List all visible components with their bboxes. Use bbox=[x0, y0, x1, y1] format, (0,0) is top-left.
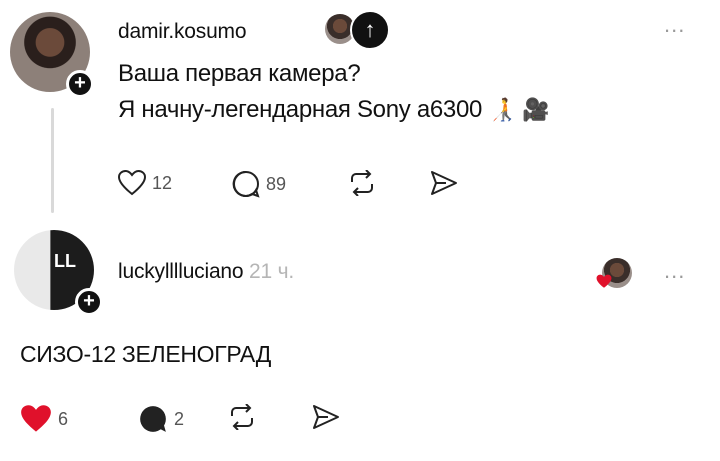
reply-time: 21 ч. bbox=[249, 260, 294, 283]
post-text-line2-text: Я начну-легендарная Sony a6300 bbox=[118, 96, 483, 123]
follow-plus-icon[interactable]: + bbox=[66, 70, 94, 98]
like-count: 12 bbox=[152, 172, 173, 193]
arrow-up-icon[interactable]: ↑ bbox=[350, 10, 390, 50]
like-count: 6 bbox=[58, 408, 69, 429]
mini-heart-icon bbox=[596, 274, 612, 288]
comment-action[interactable]: 89 bbox=[232, 170, 286, 198]
repost-action[interactable] bbox=[348, 170, 376, 196]
reply-text: СИЗО-12 ЗЕЛЕНОГРАД bbox=[20, 341, 272, 367]
share-action[interactable] bbox=[430, 170, 458, 196]
comment-filled-icon[interactable] bbox=[138, 404, 168, 434]
comment-action[interactable]: 2 bbox=[138, 404, 184, 434]
post-username[interactable]: damir.kosumo bbox=[118, 20, 247, 44]
heart-icon[interactable] bbox=[118, 170, 146, 196]
heart-filled-icon[interactable] bbox=[20, 404, 52, 434]
thread-line bbox=[51, 108, 54, 213]
comment-icon[interactable] bbox=[232, 170, 260, 198]
repost-icon[interactable] bbox=[228, 404, 256, 430]
comment-count: 89 bbox=[266, 173, 287, 194]
share-icon[interactable] bbox=[430, 170, 458, 196]
like-action[interactable]: 12 bbox=[118, 170, 172, 196]
post-text-line1: Ваша первая камера? bbox=[118, 60, 361, 87]
more-icon[interactable]: ... bbox=[664, 12, 685, 38]
repost-icon[interactable] bbox=[348, 170, 376, 196]
more-icon[interactable]: ... bbox=[664, 258, 685, 284]
reply-user: luckylllluciano 21 ч. bbox=[118, 260, 294, 284]
follow-plus-icon[interactable]: + bbox=[75, 288, 103, 316]
share-icon[interactable] bbox=[312, 404, 340, 430]
reply-username[interactable]: luckylllluciano bbox=[118, 260, 244, 283]
repost-action[interactable] bbox=[228, 404, 256, 430]
like-action[interactable]: 6 bbox=[20, 404, 68, 434]
comment-count: 2 bbox=[174, 408, 185, 429]
person-emoji-icon: 🧑‍🦯 bbox=[488, 97, 516, 122]
share-action[interactable] bbox=[312, 404, 340, 430]
post-text-line2: Я начну-легендарная Sony a6300 🧑‍🦯 🎥 bbox=[118, 92, 549, 128]
camera-emoji-icon: 🎥 bbox=[521, 97, 550, 122]
avatar-letters: LL bbox=[54, 251, 76, 271]
